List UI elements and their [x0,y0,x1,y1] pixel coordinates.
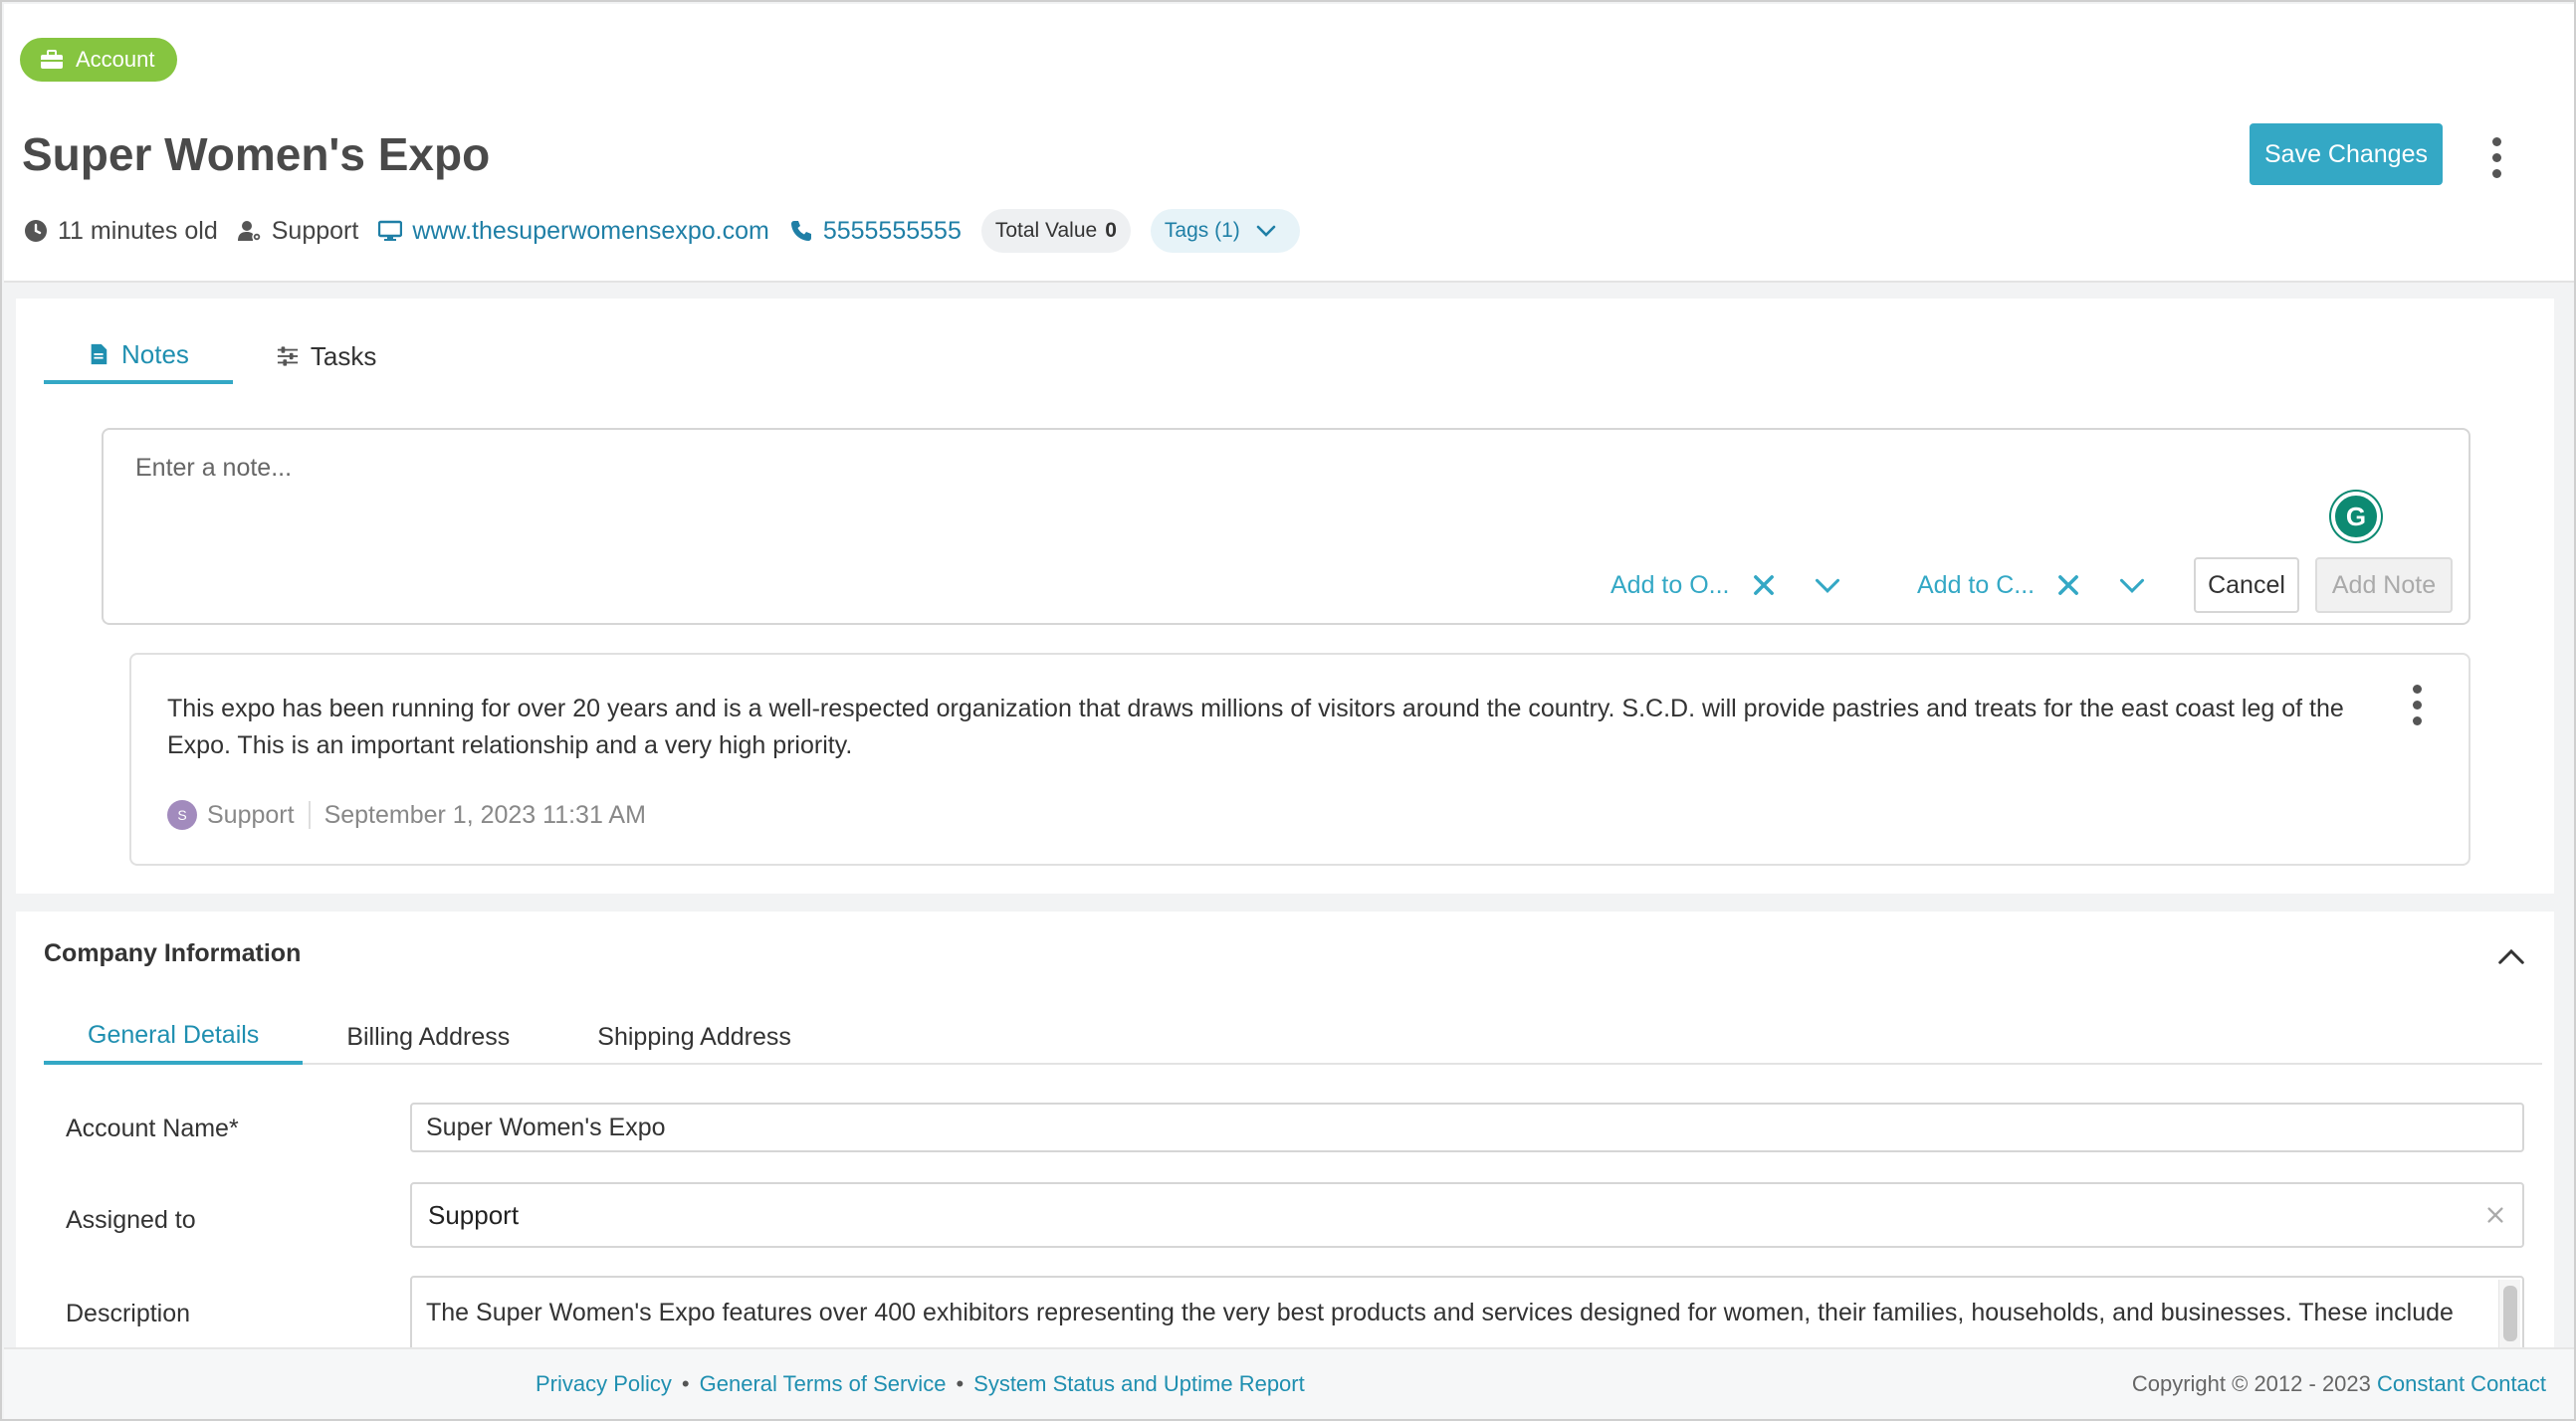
avatar: S [167,800,197,830]
company-information-panel: Company Information General Details Bill… [16,912,2554,1355]
sliders-icon [277,346,299,366]
record-owner: Support [237,216,359,246]
terms-of-service-link[interactable]: General Terms of Service [700,1371,947,1397]
account-type-badge: Account [20,38,177,82]
briefcase-icon [41,50,63,69]
tab-tasks-label[interactable]: Tasks [311,341,376,372]
clear-opportunity-icon[interactable] [1750,571,1778,599]
company-subtabs: General Details Billing Address Shipping… [44,1009,2542,1065]
tags-label[interactable]: Tags (1) [1165,219,1240,243]
chevron-up-icon[interactable] [2496,941,2526,971]
user-gear-icon [237,221,262,242]
account-name-input[interactable] [410,1103,2524,1152]
meta-divider [308,801,311,829]
grammarly-icon[interactable]: G [2331,492,2381,541]
description-scrollbar[interactable] [2498,1280,2520,1353]
add-to-contact-select[interactable]: Add to C... [1917,557,2146,613]
note-author: Support [207,800,295,829]
tab-notes[interactable]: Notes [44,328,233,384]
note-body: This expo has been running for over 20 y… [167,695,2344,759]
add-to-contact-label[interactable]: Add to C... [1917,571,2035,600]
footer-bullet: • [681,1371,690,1396]
note-item: This expo has been running for over 20 y… [129,653,2470,866]
activity-tabs: Notes Tasks [44,328,420,384]
add-note-button[interactable]: Add Note [2315,557,2453,613]
chevron-down-icon[interactable] [1814,571,1841,599]
footer-links: Privacy Policy • General Terms of Servic… [536,1371,1305,1397]
footer-bullet: • [956,1371,965,1396]
add-to-opportunity-label[interactable]: Add to O... [1610,571,1730,600]
note-more-icon[interactable] [2407,685,2427,725]
copyright-text: Copyright © 2012 - 2023 [2131,1371,2371,1396]
total-value-amount: 0 [1105,219,1117,242]
clear-contact-icon[interactable] [2054,571,2082,599]
description-textarea[interactable]: The Super Women's Expo features over 400… [410,1276,2524,1355]
app-frame: Account Super Women's Expo Save Changes … [0,0,2576,1421]
footer: Privacy Policy • General Terms of Servic… [4,1347,2574,1419]
description-label: Description [66,1300,191,1327]
record-age-text: 11 minutes old [58,216,218,245]
record-header: Account Super Women's Expo Save Changes … [4,4,2574,283]
tab-general-details[interactable]: General Details [44,1009,304,1065]
total-value-label: Total Value [994,219,1098,242]
note-meta: S Support September 1, 2023 11:31 AM [167,800,646,830]
assigned-to-value[interactable]: Support [428,1200,519,1231]
phone-text[interactable]: 5555555555 [823,217,962,246]
section-title: Company Information [44,939,302,967]
tab-shipping-address[interactable]: Shipping Address [553,1009,835,1065]
clear-assigned-icon[interactable] [2484,1204,2506,1226]
tags-dropdown[interactable]: Tags (1) [1150,209,1300,253]
monitor-icon [378,220,403,241]
page-title: Super Women's Expo [22,128,491,180]
record-owner-text: Support [271,216,359,245]
chevron-down-icon[interactable] [2118,571,2146,599]
tab-billing-address[interactable]: Billing Address [303,1009,553,1065]
save-changes-button[interactable]: Save Changes [2250,123,2443,185]
tab-notes-label[interactable]: Notes [121,339,189,370]
website-text[interactable]: www.thesuperwomensexpo.com [412,217,769,246]
description-text[interactable]: The Super Women's Expo features over 400… [426,1294,2486,1331]
document-icon [91,343,107,365]
total-value-badge: Total Value 0 [980,209,1131,253]
add-to-opportunity-select[interactable]: Add to O... [1610,557,1841,613]
phone-icon [790,221,811,241]
activity-panel: Notes Tasks G Add to O... [16,299,2554,894]
chevron-down-icon [1256,225,1276,237]
system-status-link[interactable]: System Status and Uptime Report [973,1371,1305,1397]
constant-contact-link[interactable]: Constant Contact [2377,1371,2546,1396]
assigned-to-select[interactable]: Support [410,1182,2524,1248]
header-more-icon[interactable] [2486,137,2506,178]
note-timestamp: September 1, 2023 11:31 AM [323,800,646,829]
account-badge-label: Account [76,47,155,72]
phone-link[interactable]: 5555555555 [789,217,962,246]
note-input[interactable] [135,454,1927,483]
note-editor: G Add to O... Add to C... [102,428,2470,625]
clock-icon [25,220,47,242]
tab-tasks[interactable]: Tasks [233,328,420,384]
privacy-policy-link[interactable]: Privacy Policy [536,1371,672,1397]
record-age: 11 minutes old [24,217,218,246]
account-name-label: Account Name* [66,1115,239,1142]
record-meta: 11 minutes old Support www.thesuperwomen… [24,209,1300,253]
website-link[interactable]: www.thesuperwomensexpo.com [378,217,769,246]
cancel-note-button[interactable]: Cancel [2194,557,2299,613]
copyright: Copyright © 2012 - 2023 Constant Contact [2132,1371,2546,1397]
assigned-to-label: Assigned to [66,1206,196,1234]
